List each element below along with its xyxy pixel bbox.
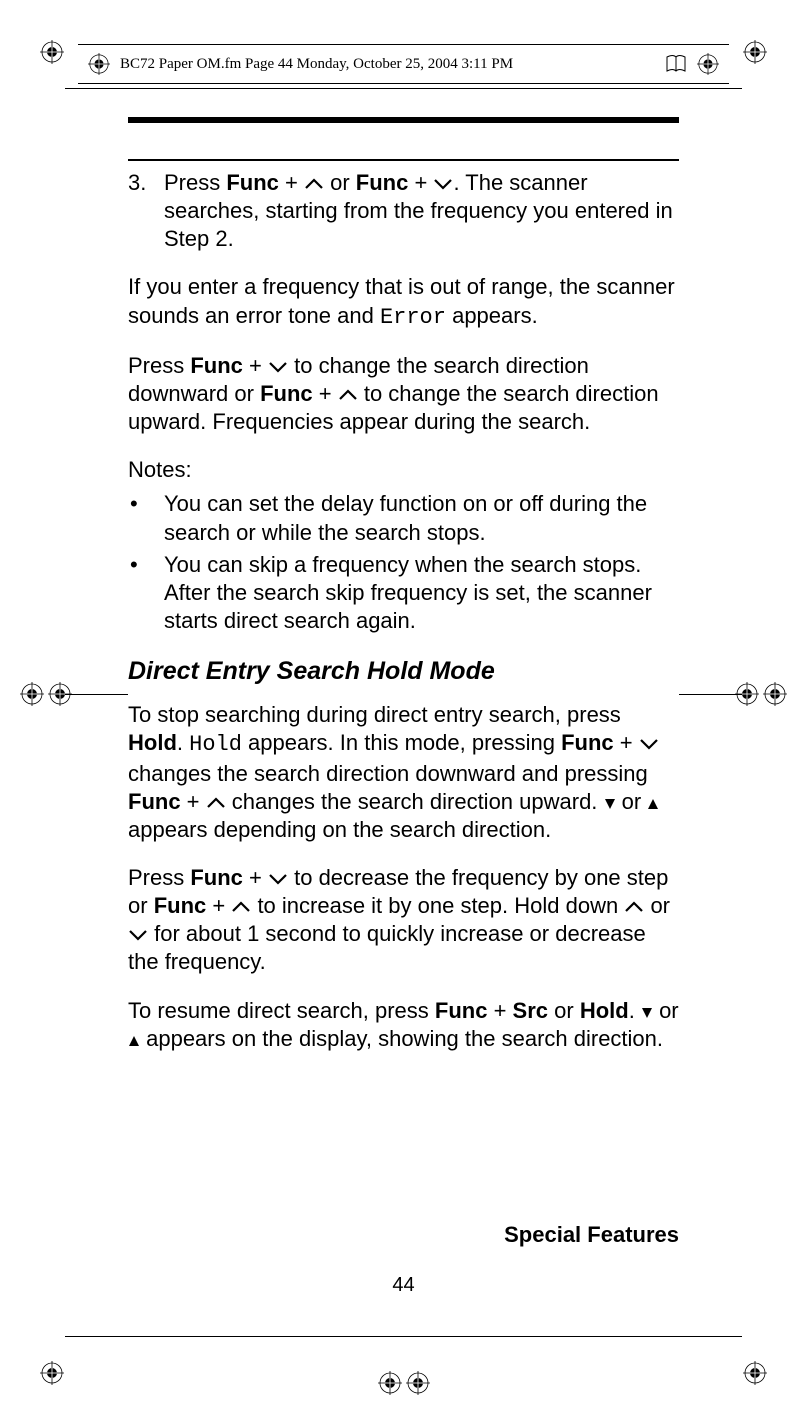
paragraph: Press Func + to decrease the frequency b… [128, 864, 679, 977]
up-arrow-icon [338, 381, 358, 395]
crop-line [65, 1336, 742, 1337]
crop-mark-icon [697, 53, 719, 75]
paragraph: If you enter a frequency that is out of … [128, 273, 679, 331]
numbered-step: 3. Press Func + or Func + . The scanner … [128, 169, 679, 253]
page-number: 44 [128, 1274, 679, 1297]
rule [128, 117, 679, 123]
bullet-item: • You can set the delay function on or o… [128, 490, 679, 546]
paragraph: To stop searching during direct entry se… [128, 701, 679, 844]
up-arrow-icon [624, 893, 644, 907]
rule [128, 159, 679, 161]
crop-line [65, 694, 128, 695]
up-arrow-icon [304, 170, 324, 184]
paragraph: Press Func + to change the search direct… [128, 352, 679, 436]
crop-mark-icon [743, 40, 767, 64]
triangle-up-icon [647, 789, 659, 801]
crop-mark-icon [40, 40, 64, 64]
triangle-down-icon [604, 789, 616, 801]
section-heading: Direct Entry Search Hold Mode [128, 655, 679, 687]
crop-mark-group [378, 1371, 430, 1395]
book-icon [665, 53, 687, 75]
crop-mark-icon [40, 1361, 64, 1385]
paragraph: To resume direct search, press Func + Sr… [128, 997, 679, 1053]
header-text: BC72 Paper OM.fm Page 44 Monday, October… [120, 56, 513, 73]
down-arrow-icon [268, 353, 288, 367]
crop-line [679, 694, 742, 695]
footer-title: Special Features [128, 1222, 679, 1248]
bullet-item: • You can skip a frequency when the sear… [128, 551, 679, 635]
crop-mark-icon [88, 53, 110, 75]
crop-mark-group [735, 682, 787, 706]
down-arrow-icon [433, 170, 453, 184]
down-arrow-icon [128, 921, 148, 935]
down-arrow-icon [639, 730, 659, 744]
up-arrow-icon [206, 789, 226, 803]
down-arrow-icon [268, 865, 288, 879]
page-content: 3. Press Func + or Func + . The scanner … [128, 117, 679, 1297]
up-arrow-icon [231, 893, 251, 907]
crop-line [65, 88, 742, 89]
step-text: Press Func + or Func + . The scanner sea… [164, 169, 679, 253]
page-footer: Special Features 44 [128, 1222, 679, 1297]
step-number: 3. [128, 169, 164, 253]
bullet-list: • You can set the delay function on or o… [128, 490, 679, 635]
framemaker-header: BC72 Paper OM.fm Page 44 Monday, October… [78, 44, 729, 84]
triangle-up-icon [128, 1026, 140, 1038]
notes-label: Notes: [128, 456, 679, 484]
crop-mark-icon [743, 1361, 767, 1385]
triangle-down-icon [641, 998, 653, 1010]
